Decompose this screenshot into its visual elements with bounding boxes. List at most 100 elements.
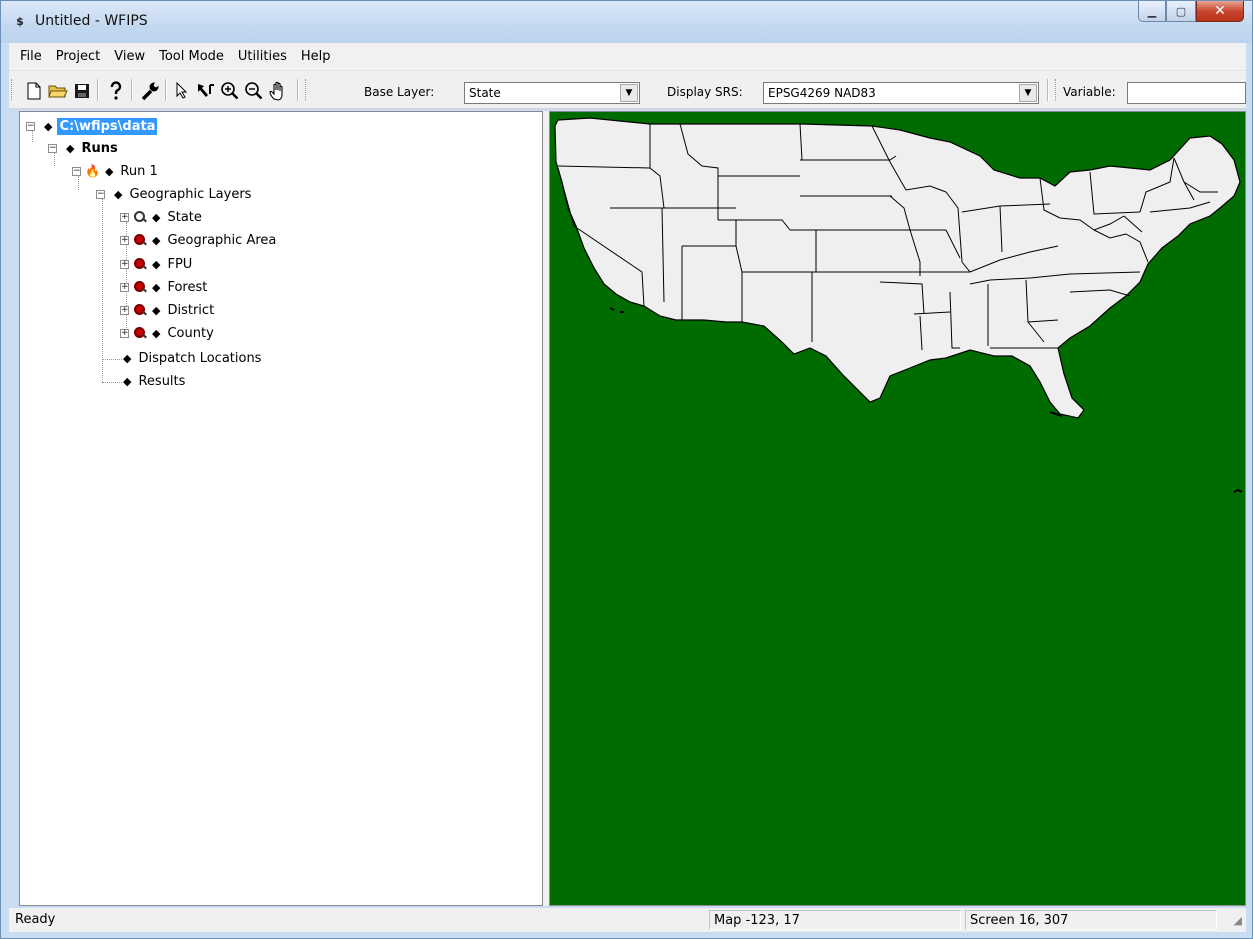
maximize-button[interactable]: ▢	[1166, 1, 1196, 22]
expand-icon[interactable]: +	[120, 259, 129, 269]
open-folder-icon[interactable]	[47, 80, 69, 102]
status-message: Ready	[15, 912, 56, 927]
map-canvas[interactable]	[550, 112, 1246, 906]
window-title: Untitled - WFIPS	[35, 13, 148, 29]
tree-node-layer-state[interactable]: + ◆ State	[120, 207, 204, 227]
toolbar-grip[interactable]	[1055, 79, 1058, 101]
tree-dispatch-label[interactable]: Dispatch Locations	[136, 350, 263, 367]
node-diamond-icon: ◆	[123, 374, 132, 388]
identify-arrow-icon[interactable]	[195, 80, 217, 102]
menu-project[interactable]: Project	[49, 49, 107, 64]
collapse-icon[interactable]: −	[72, 166, 81, 176]
tree-node-runs[interactable]: − ◆ Runs	[48, 138, 120, 158]
node-diamond-icon: ◆	[152, 326, 161, 340]
toolbar-grip[interactable]	[11, 79, 14, 101]
node-diamond-icon: ◆	[66, 141, 75, 155]
variable-field[interactable]	[1127, 82, 1246, 104]
magnifier-red-icon	[133, 326, 147, 340]
tree-connector	[102, 198, 103, 382]
channel-islands	[609, 307, 624, 313]
save-icon[interactable]	[71, 80, 93, 102]
magnifier-red-icon	[133, 233, 147, 247]
title-bar[interactable]: $ Untitled - WFIPS ▁ ▢ ✕	[1, 1, 1252, 43]
help-icon[interactable]	[105, 80, 127, 102]
tree-node-layer-district[interactable]: + ◆ District	[120, 300, 216, 320]
tree-layer-label[interactable]: State	[165, 209, 203, 226]
minimize-button[interactable]: ▁	[1138, 1, 1166, 22]
tree-runs-label[interactable]: Runs	[79, 140, 119, 157]
hawaii-dots	[1233, 488, 1243, 493]
expand-icon[interactable]: +	[120, 328, 129, 338]
magnifier-red-icon	[133, 303, 147, 317]
tree-layer-label[interactable]: County	[165, 325, 215, 342]
tree-node-root[interactable]: − ◆ C:\wfips\data	[26, 116, 158, 136]
toolbar-separator	[131, 79, 133, 101]
zoom-in-icon[interactable]	[219, 80, 241, 102]
status-map-coords: Map -123, 17	[709, 910, 961, 930]
window-controls: ▁ ▢ ✕	[1138, 1, 1244, 23]
tree-node-layer-forest[interactable]: + ◆ Forest	[120, 277, 209, 297]
tree-node-layer-fpu[interactable]: + ◆ FPU	[120, 254, 194, 274]
menu-view[interactable]: View	[107, 49, 152, 64]
node-diamond-icon: ◆	[114, 187, 123, 201]
tree-geographic-layers-label[interactable]: Geographic Layers	[127, 186, 253, 203]
expand-icon[interactable]: +	[120, 212, 129, 222]
variable-label: Variable:	[1063, 85, 1116, 99]
tree-root-label[interactable]: C:\wfips\data	[57, 117, 158, 135]
project-tree[interactable]: − ◆ C:\wfips\data − ◆ Runs − 🔥 ◆ Run 1 −…	[19, 111, 543, 906]
wrench-icon[interactable]	[139, 80, 161, 102]
menu-help[interactable]: Help	[294, 49, 338, 64]
toolbar-grip[interactable]	[305, 79, 308, 101]
chevron-down-icon[interactable]: ▼	[1019, 84, 1037, 102]
pan-hand-icon[interactable]	[267, 80, 289, 102]
collapse-icon[interactable]: −	[96, 189, 105, 199]
toolbar-separator	[97, 79, 99, 101]
display-srs-label: Display SRS:	[667, 85, 743, 99]
tree-node-results[interactable]: ◆ Results	[118, 371, 187, 391]
expand-icon[interactable]: +	[120, 282, 129, 292]
menu-file[interactable]: File	[13, 49, 49, 64]
display-srs-combo[interactable]: EPSG4269 NAD83 ▼	[763, 82, 1039, 104]
zoom-out-icon[interactable]	[243, 80, 265, 102]
node-diamond-icon: ◆	[44, 119, 53, 133]
base-layer-combo[interactable]: State ▼	[464, 82, 640, 104]
display-srs-value: EPSG4269 NAD83	[768, 86, 876, 100]
fire-icon: 🔥	[85, 164, 100, 178]
chevron-down-icon[interactable]: ▼	[620, 84, 638, 102]
tree-layer-label[interactable]: Geographic Area	[165, 232, 278, 249]
toolbar-separator	[297, 79, 299, 101]
tree-node-layer-county[interactable]: + ◆ County	[120, 323, 216, 343]
base-layer-label: Base Layer:	[364, 85, 435, 99]
node-diamond-icon: ◆	[152, 303, 161, 317]
node-diamond-icon: ◆	[152, 280, 161, 294]
menu-bar: File Project View Tool Mode Utilities He…	[9, 43, 1246, 71]
tree-results-label[interactable]: Results	[136, 373, 187, 390]
new-document-icon[interactable]	[23, 80, 45, 102]
tree-layer-label[interactable]: FPU	[165, 256, 194, 273]
resize-grip-icon[interactable]: ◢	[1234, 914, 1242, 927]
expand-icon[interactable]: +	[120, 305, 129, 315]
tree-layer-label[interactable]: District	[165, 302, 216, 319]
node-diamond-icon: ◆	[152, 257, 161, 271]
tree-node-geographic-layers[interactable]: − ◆ Geographic Layers	[96, 184, 253, 204]
collapse-icon[interactable]: −	[26, 121, 35, 131]
us-land-mass	[554, 117, 1241, 419]
collapse-icon[interactable]: −	[48, 143, 57, 153]
select-arrow-icon[interactable]	[171, 80, 193, 102]
tree-run-1-label[interactable]: Run 1	[118, 163, 159, 180]
tree-node-run-1[interactable]: − 🔥 ◆ Run 1	[72, 161, 160, 181]
app-window: $ Untitled - WFIPS ▁ ▢ ✕ File Project Vi…	[0, 0, 1253, 939]
menu-utilities[interactable]: Utilities	[231, 49, 294, 64]
tree-node-dispatch-locations[interactable]: ◆ Dispatch Locations	[118, 348, 263, 368]
close-button[interactable]: ✕	[1196, 1, 1244, 22]
wfips-app-icon[interactable]: $	[11, 13, 29, 31]
toolbar-separator	[165, 79, 167, 101]
node-diamond-icon: ◆	[104, 164, 114, 178]
magnifier-icon	[133, 210, 147, 224]
menu-tool-mode[interactable]: Tool Mode	[152, 49, 231, 64]
tree-node-layer-geographic-area[interactable]: + ◆ Geographic Area	[120, 230, 278, 250]
tree-layer-label[interactable]: Forest	[165, 279, 209, 296]
map-view[interactable]	[549, 111, 1246, 906]
expand-icon[interactable]: +	[120, 235, 129, 245]
base-layer-value: State	[469, 86, 501, 100]
